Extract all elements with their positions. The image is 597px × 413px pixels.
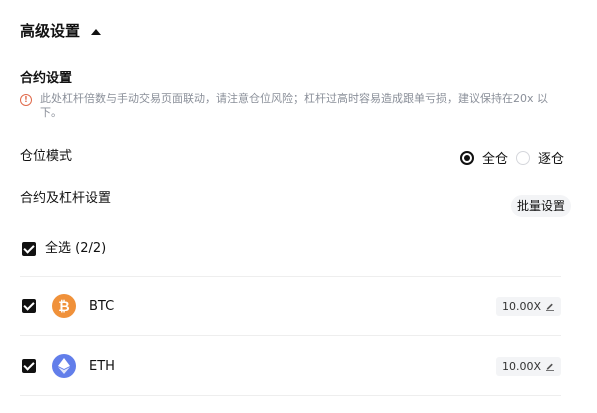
divider xyxy=(20,335,561,336)
radio-label-cross: 全仓 xyxy=(481,152,508,167)
coin-name: BTC xyxy=(89,298,115,314)
radio-selected-icon[interactable] xyxy=(459,150,474,165)
edit-icon[interactable] xyxy=(545,301,555,311)
eth-leverage-pill[interactable]: 10.00X xyxy=(495,356,561,376)
position-mode-radio-group: 全仓 逐仓 xyxy=(459,148,564,167)
btc-coin-icon: ₿ xyxy=(52,294,76,318)
position-mode-label: 仓位模式 xyxy=(20,149,73,164)
radio-isolated-margin[interactable]: 逐仓 xyxy=(515,148,564,167)
divider xyxy=(20,395,561,396)
select-all-row[interactable]: 全选 (2/2) xyxy=(22,240,106,258)
list-item-btc: ₿ BTC 10.00X xyxy=(22,294,561,318)
btc-leverage-pill[interactable]: 10.00X xyxy=(495,296,561,316)
advanced-settings-header[interactable]: 高级设置 xyxy=(20,20,102,42)
batch-settings-button[interactable]: 批量设置 xyxy=(511,195,572,217)
edit-icon[interactable] xyxy=(545,361,555,371)
radio-label-isolated: 逐仓 xyxy=(537,152,564,167)
contract-settings-title: 合约设置 xyxy=(20,71,73,86)
list-item-eth: ETH 10.00X xyxy=(22,354,561,378)
leverage-value: 10.00X xyxy=(501,359,541,373)
warning-text: 此处杠杆倍数与手动交易页面联动，请注意仓位风险；杠杆过高时容易造成跟单亏损，建议… xyxy=(40,92,549,119)
leverage-value: 10.00X xyxy=(501,299,541,313)
coin-name: ETH xyxy=(89,358,115,374)
btc-checkbox[interactable] xyxy=(22,299,36,313)
caret-up-icon[interactable] xyxy=(91,28,102,35)
section-title: 高级设置 xyxy=(20,22,81,40)
leverage-settings-label: 合约及杠杆设置 xyxy=(20,191,112,206)
eth-checkbox[interactable] xyxy=(22,359,36,373)
select-all-checkbox[interactable] xyxy=(22,242,36,256)
radio-cross-margin[interactable]: 全仓 xyxy=(459,148,508,167)
radio-unselected-icon[interactable] xyxy=(515,150,530,165)
warning-icon: ! xyxy=(20,94,32,106)
ethereum-diamond-icon xyxy=(58,358,70,374)
select-all-label: 全选 (2/2) xyxy=(45,241,107,256)
divider xyxy=(20,276,561,277)
risk-warning: ! 此处杠杆倍数与手动交易页面联动，请注意仓位风险；杠杆过高时容易造成跟单亏损，… xyxy=(20,92,565,120)
eth-coin-icon xyxy=(52,354,76,378)
